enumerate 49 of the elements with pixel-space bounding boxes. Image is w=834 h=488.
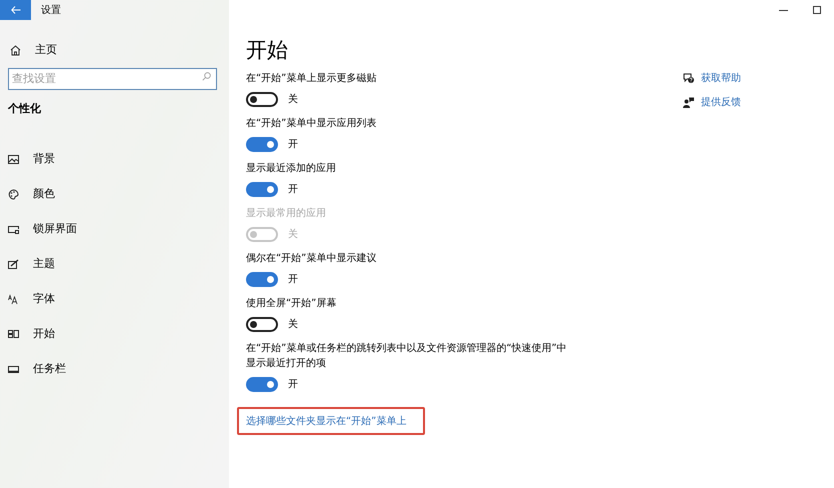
picture-icon [8, 154, 19, 164]
toggle-state: 关 [288, 228, 298, 242]
search-field[interactable]: 查找设置 [8, 68, 217, 90]
nav-item[interactable]: 锁屏界面 [0, 212, 229, 246]
tiles-icon [8, 328, 19, 340]
chat-bubble-question-icon [683, 73, 694, 84]
setting-label: 偶尔在“开始”菜单中显示建议 [246, 252, 378, 266]
folders-link[interactable]: 选择哪些文件夹显示在“开始”菜单上 [246, 414, 406, 428]
section-heading: 个性化 [8, 101, 42, 117]
setting-label: 在“开始”菜单上显示更多磁贴 [246, 72, 378, 86]
toggle-switch[interactable] [246, 317, 278, 332]
nav-item[interactable]: 任务栏 [0, 352, 229, 386]
person-feedback-icon [683, 97, 694, 108]
lock-screen-icon [8, 224, 19, 234]
back-button[interactable] [0, 0, 31, 20]
toggle-switch[interactable] [246, 137, 278, 152]
brush-icon [8, 258, 19, 270]
toggle-state: 关 [288, 318, 298, 332]
home-icon [10, 44, 21, 56]
nav-item[interactable]: 背景 [0, 142, 229, 176]
toggle-state: 开 [288, 138, 298, 152]
window-title: 设置 [41, 4, 61, 18]
help-link[interactable]: 获取帮助 [683, 71, 741, 86]
font-icon [8, 294, 19, 304]
toggle-state: 关 [288, 92, 298, 107]
taskbar-icon [8, 364, 19, 374]
setting-label: 显示最近添加的应用 [246, 162, 337, 176]
page-title: 开始 [246, 37, 289, 64]
toggle-state: 开 [288, 183, 298, 197]
toggle-state: 开 [288, 273, 298, 287]
toggle-switch[interactable] [246, 377, 278, 392]
setting-label: 在“开始”菜单中显示应用列表 [246, 116, 378, 131]
toggle-state: 开 [288, 378, 298, 392]
nav-item[interactable]: 主题 [0, 246, 229, 282]
nav-item[interactable]: 开始 [0, 316, 229, 352]
toggle-switch[interactable] [246, 272, 278, 287]
palette-icon [8, 188, 19, 200]
help-link[interactable]: 提供反馈 [683, 95, 741, 110]
maximize-icon [813, 6, 821, 14]
search-icon [202, 72, 211, 81]
nav-item[interactable]: 颜色 [0, 176, 229, 212]
home-nav-item[interactable]: 主页 [10, 41, 229, 59]
nav-item[interactable]: 字体 [0, 282, 229, 316]
toggle-switch[interactable] [246, 182, 278, 197]
toggle-switch[interactable] [246, 92, 278, 107]
setting-label: 在“开始”菜单或任务栏的跳转列表中以及文件资源管理器的“快速使用”中显示最近打开的项 [246, 342, 568, 371]
setting-label: 显示最常用的应用 [246, 206, 327, 221]
setting-label: 使用全屏“开始”屏幕 [246, 296, 338, 311]
back-arrow-icon [10, 6, 20, 14]
